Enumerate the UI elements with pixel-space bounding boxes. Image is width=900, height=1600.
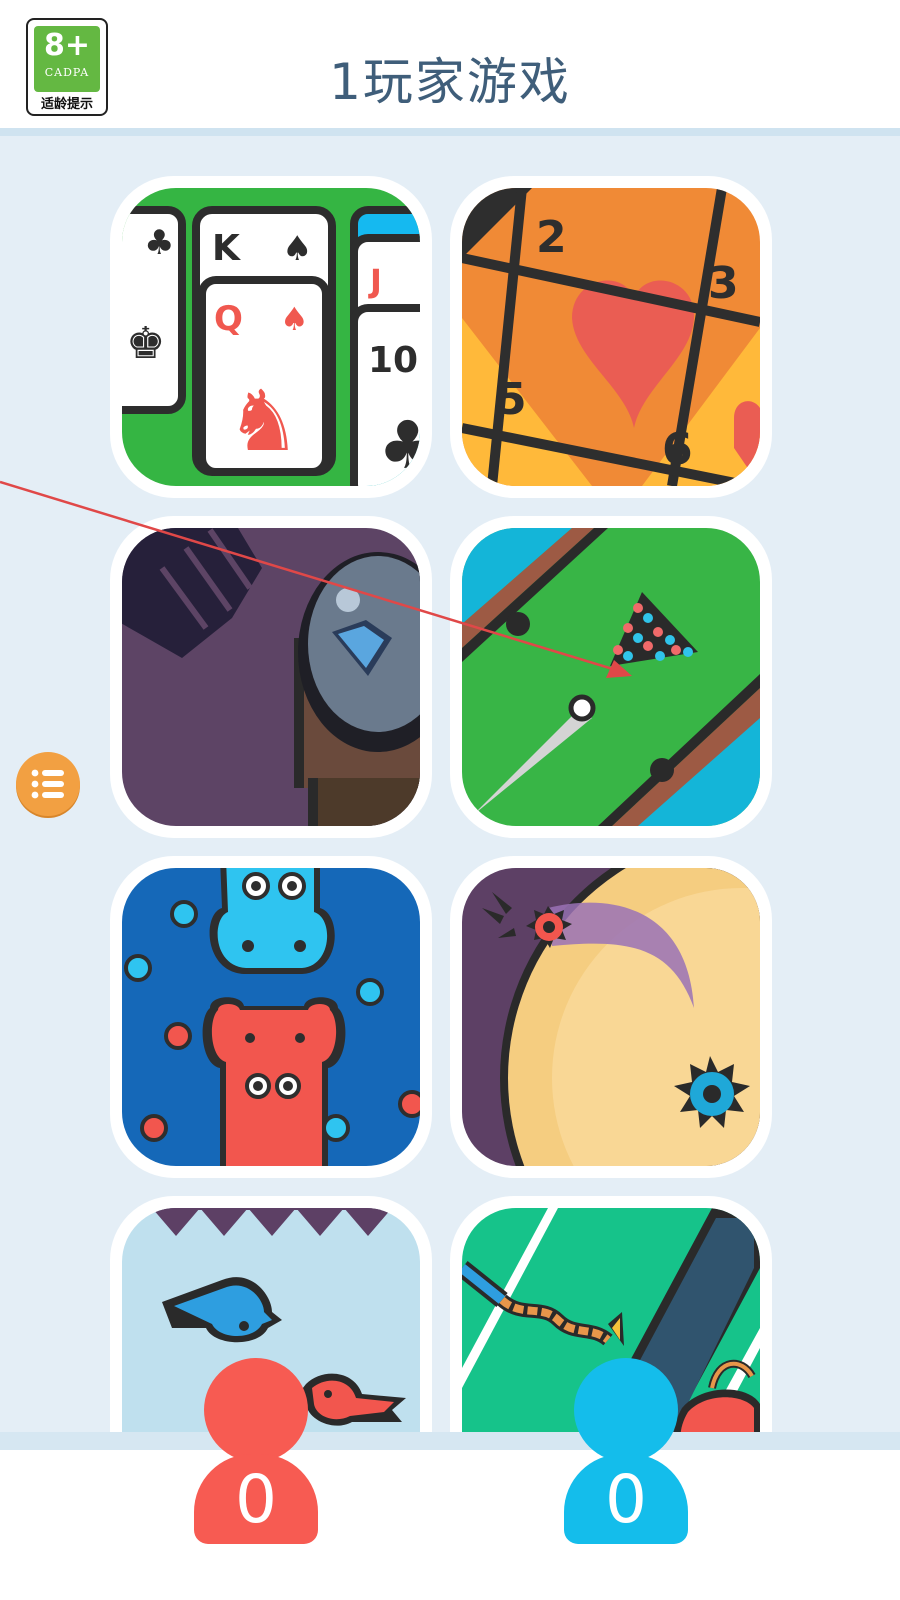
svg-text:♞: ♞ (226, 372, 301, 470)
svg-text:♠: ♠ (280, 300, 309, 338)
tile-number-3: 3 (708, 258, 739, 309)
diamond-heist-art (122, 528, 420, 826)
svg-text:♚: ♚ (126, 318, 165, 369)
solitaire-art: ♣ ♚ K ♠ Q ♠ ♞ J 10 ♣ (122, 188, 420, 486)
tile-number-6: 6 (662, 424, 693, 475)
game-tile-hippo[interactable] (110, 856, 432, 1178)
page-title: 1玩家游戏 (329, 53, 571, 111)
player-red-head-icon (204, 1358, 308, 1462)
spike-ball-art (462, 868, 760, 1166)
card-king-label: K (212, 228, 241, 269)
spike-ball-icon (462, 868, 760, 1166)
pool-art (462, 528, 760, 826)
game-tile-number-tiles[interactable]: 2 3 5 6 (450, 176, 772, 498)
tile-number-5: 5 (496, 374, 527, 425)
player-score-bar (0, 1432, 900, 1600)
svg-text:♣: ♣ (144, 223, 174, 263)
list-icon (31, 769, 64, 799)
diamond-heist-icon (122, 528, 420, 826)
player-red[interactable]: 0 (194, 1358, 318, 1554)
card-queen-label: Q (214, 299, 243, 339)
player-red-score: 0 (235, 1461, 277, 1538)
solitaire-icon: ♣ ♚ K ♠ Q ♠ ♞ J 10 ♣ (122, 188, 420, 486)
game-tile-spike-ball[interactable] (450, 856, 772, 1178)
header-bar: 8+ CADPA 适龄提示 1玩家游戏 (0, 0, 900, 136)
hippo-icon (122, 868, 420, 1166)
menu-button[interactable] (16, 752, 80, 816)
card-jack-label: J (368, 262, 382, 300)
svg-text:♠: ♠ (282, 229, 312, 269)
number-tiles-art: 2 3 5 6 (462, 188, 760, 486)
hippo-art (122, 868, 420, 1166)
game-tile-pool[interactable] (450, 516, 772, 838)
game-tile-diamond-heist[interactable] (110, 516, 432, 838)
svg-text:♣: ♣ (378, 407, 420, 484)
tile-number-2: 2 (536, 212, 567, 263)
player-blue-score: 0 (605, 1461, 647, 1538)
game-tile-solitaire[interactable]: ♣ ♚ K ♠ Q ♠ ♞ J 10 ♣ (110, 176, 432, 498)
player-blue[interactable]: 0 (564, 1358, 688, 1554)
pool-icon (462, 528, 760, 826)
player-blue-head-icon (574, 1358, 678, 1462)
number-tiles-icon: 2 3 5 6 (462, 188, 760, 486)
card-ten-label: 10 (368, 340, 418, 381)
